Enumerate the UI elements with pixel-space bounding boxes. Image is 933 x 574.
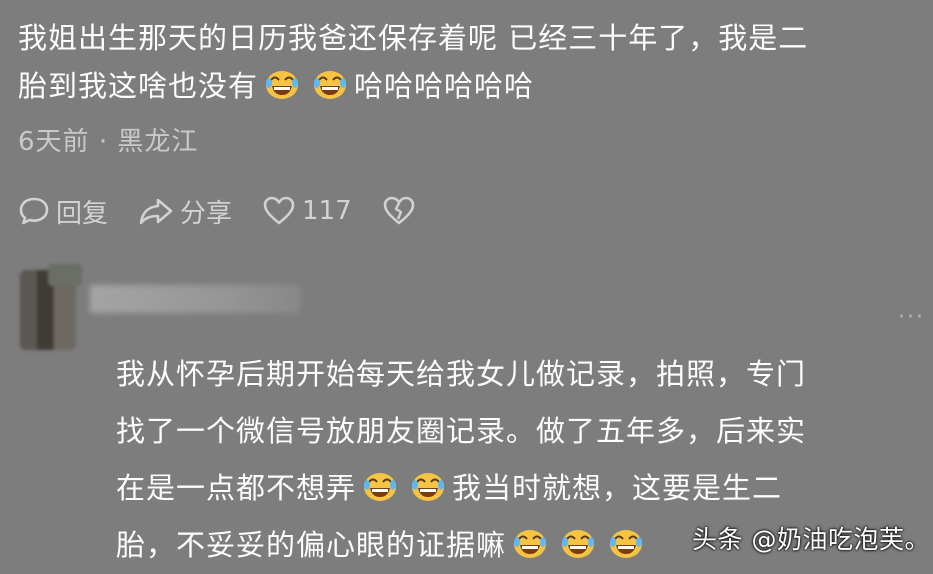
share-button[interactable]: 分享 <box>138 193 232 230</box>
watermark: 头条 @奶油吃泡芙。 <box>692 525 930 554</box>
reply-label: 回复 <box>56 198 109 229</box>
comment-line-2: 胎到我这啥也没有 哈哈哈哈哈哈 <box>18 62 923 110</box>
like-button[interactable]: 117 <box>262 195 352 227</box>
comment-line-1: 我姐出生那天的日历我爸还保存着呢 已经三十年了，我是二 <box>18 21 809 55</box>
reply-line-3-text: 在是一点都不想弄 <box>116 471 357 505</box>
laughing-tears-emoji-icon <box>513 529 548 559</box>
laughing-tears-emoji-icon <box>265 70 300 100</box>
share-arrow-icon <box>139 198 173 225</box>
comment-line-2-text: 胎到我这啥也没有 <box>18 69 259 103</box>
reply-line-4-text: 胎，不妥妥的偏心眼的证据嘛 <box>116 528 507 562</box>
laughing-tears-emoji-icon <box>561 529 596 559</box>
reply-line-2: 找了一个微信号放朋友圈记录。做了五年多，后来实 <box>116 414 807 448</box>
comment-line-2-laugh: 哈哈哈哈哈哈 <box>354 69 535 103</box>
dislike-button[interactable] <box>382 195 416 227</box>
reply-line-3: 在是一点都不想弄 我当时就想，这要是生二 <box>116 460 916 517</box>
comment-text: 我姐出生那天的日历我爸还保存着呢 已经三十年了，我是二 胎到我这啥也没有 哈哈哈哈… <box>18 14 923 110</box>
more-options-icon[interactable]: ··· <box>898 305 925 330</box>
meta-separator: · <box>98 127 109 157</box>
comment-meta: 6天前 · 黑龙江 <box>18 121 198 158</box>
speech-bubble-icon <box>19 197 49 225</box>
comment-location: 黑龙江 <box>117 127 199 157</box>
broken-heart-icon <box>383 196 414 225</box>
heart-icon <box>263 196 295 225</box>
reply-avatar[interactable] <box>20 264 82 350</box>
reply-line-3-text-end: 我当时就想，这要是生二 <box>452 471 783 505</box>
laughing-tears-emoji-icon <box>609 529 644 559</box>
share-label: 分享 <box>180 198 233 229</box>
comment-time: 6天前 <box>18 127 90 157</box>
laughing-tears-emoji-icon <box>363 472 398 502</box>
like-count: 117 <box>302 196 352 226</box>
comment-actions: 回复 分享 117 <box>18 192 416 230</box>
reply-button[interactable]: 回复 <box>18 193 108 230</box>
laughing-tears-emoji-icon <box>313 70 348 100</box>
laughing-tears-emoji-icon <box>411 472 446 502</box>
reply-username-blurred[interactable] <box>90 285 300 313</box>
reply-line-1: 我从怀孕后期开始每天给我女儿做记录，拍照，专门 <box>116 357 807 391</box>
